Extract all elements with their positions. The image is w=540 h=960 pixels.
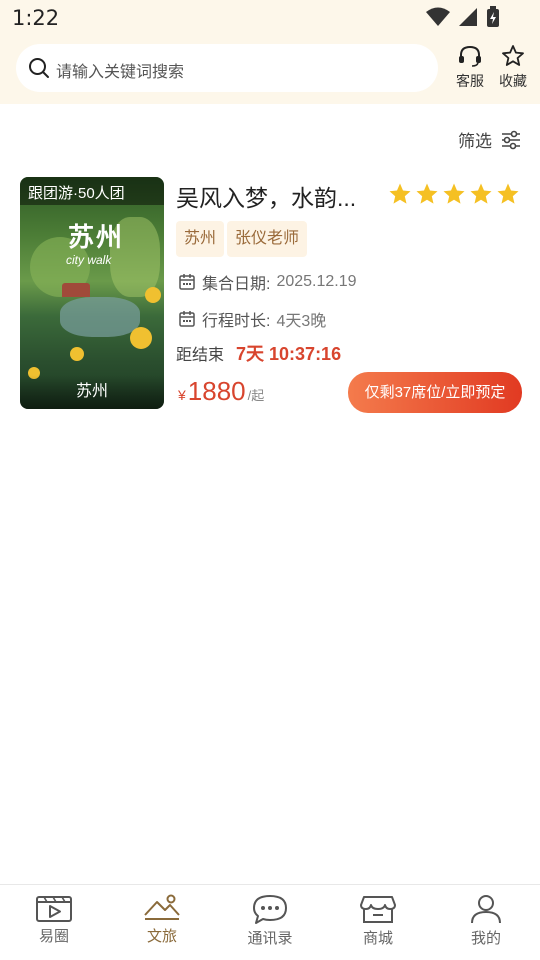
rating-stars [388, 182, 520, 206]
customer-service-button[interactable]: 客服 [448, 44, 492, 92]
star-icon [443, 183, 465, 204]
star-outline-icon [502, 45, 524, 66]
tab-contacts[interactable]: 通讯录 [216, 893, 324, 948]
tab-label: 通讯录 [247, 930, 293, 947]
mountain-icon [144, 894, 180, 920]
header: 请输入关键词搜索 客服 收藏 [0, 36, 540, 104]
flower [130, 327, 152, 349]
star-icon [389, 183, 411, 204]
star-icon [470, 183, 492, 204]
countdown-label: 距结束 [176, 347, 225, 364]
tour-cover-image[interactable]: 跟团游·50人团 苏州 city walk 苏州 [20, 177, 164, 409]
gather-date-label: 集合日期: [202, 276, 271, 293]
gather-date-row: 集合日期: 2025.12.19 [178, 270, 357, 294]
search-placeholder: 请输入关键词搜索 [56, 64, 185, 81]
countdown-value: 7天 10:37:16 [236, 344, 342, 364]
tab-wenlv[interactable]: 文旅 [108, 893, 216, 946]
star-icon [497, 183, 519, 204]
calendar-icon [179, 274, 195, 290]
favorite-button[interactable]: 收藏 [491, 44, 535, 92]
book-now-button[interactable]: 仅剩37席位/立即预定 [348, 372, 522, 413]
tab-label: 文旅 [146, 928, 177, 945]
tab-label: 我的 [470, 930, 501, 947]
sliders-icon [502, 130, 520, 149]
gather-date-value: 2025.12.19 [276, 273, 357, 290]
filter-button[interactable]: 筛选 [458, 127, 522, 152]
flower [70, 347, 84, 361]
bottom-tab-bar: 易圈 文旅 通讯录 商城 我的 [0, 884, 540, 960]
tab-label: 商城 [362, 930, 393, 947]
flower [145, 287, 161, 303]
star-icon [416, 183, 438, 204]
tab-me[interactable]: 我的 [432, 893, 540, 948]
cover-subtitle: city walk [66, 253, 112, 267]
canal-water [60, 297, 140, 337]
cover-city: 苏州 [75, 383, 108, 400]
calendar-icon [179, 311, 195, 327]
user-icon [471, 895, 501, 924]
video-icon [36, 896, 72, 922]
price-unit: /起 [247, 388, 265, 403]
price: ¥ 1880 /起 [178, 376, 264, 407]
cover-title: 苏州 [68, 223, 125, 253]
store-icon [360, 896, 396, 923]
pavilion [62, 283, 90, 297]
status-time: 1:22 [12, 6, 60, 30]
headset-icon [459, 45, 481, 67]
group-badge-text: 跟团游·50人团 [28, 185, 125, 202]
tour-title[interactable]: 吴风入梦，水韵... [176, 179, 356, 213]
status-icons [426, 6, 500, 28]
duration-label: 行程时长: [202, 313, 271, 330]
chat-icon [253, 895, 287, 924]
price-currency: ¥ [178, 387, 186, 403]
duration-value: 4天3晚 [276, 313, 327, 330]
tag-guide: 张仪老师 [227, 221, 308, 257]
signal-icon [459, 8, 477, 26]
tag-city: 苏州 [176, 221, 225, 257]
search-bar[interactable]: 请输入关键词搜索 [16, 44, 438, 92]
battery-icon [487, 6, 499, 27]
customer-service-label: 客服 [456, 73, 484, 89]
tab-yiquan[interactable]: 易圈 [0, 893, 108, 946]
price-amount: 1880 [187, 376, 246, 406]
wifi-icon [426, 7, 450, 26]
group-badge: 跟团游·50人团 [20, 177, 164, 205]
tab-label: 易圈 [38, 928, 69, 945]
favorite-label: 收藏 [499, 73, 527, 89]
countdown-row: 距结束 7天 10:37:16 [176, 340, 341, 366]
tab-mall[interactable]: 商城 [324, 893, 432, 948]
status-bar: 1:22 [0, 0, 540, 36]
duration-row: 行程时长: 4天3晚 [178, 307, 326, 331]
search-icon [29, 58, 49, 78]
filter-label: 筛选 [458, 132, 492, 151]
